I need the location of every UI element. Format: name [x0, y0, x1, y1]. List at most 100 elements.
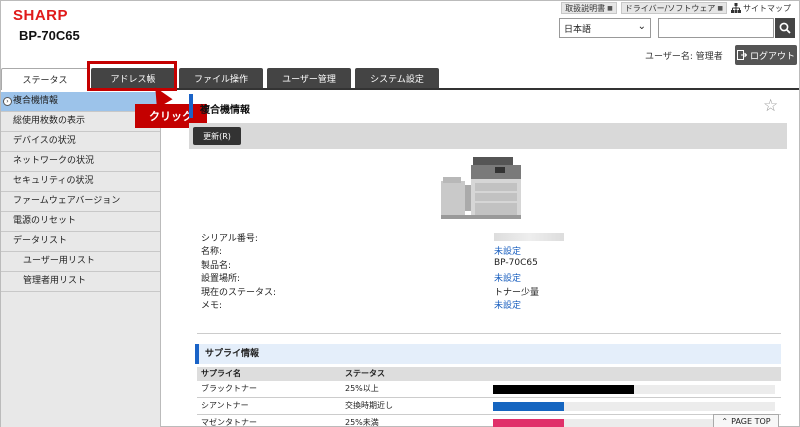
- info-key: 現在のステータス:: [201, 288, 277, 298]
- table-header: サプライ名 ステータス: [197, 367, 781, 381]
- info-row-name: 名称: 未設定: [201, 244, 521, 257]
- sidebar-item-label: 管理者用リスト: [23, 276, 87, 286]
- chevron-down-icon: ⌄: [637, 21, 646, 32]
- supply-status: 25%未満: [345, 418, 379, 427]
- username-label: ユーザー名: 管理者: [645, 52, 723, 62]
- external-link-icon: ■: [717, 4, 723, 12]
- tab-status-label: ステータス: [22, 76, 68, 86]
- supply-status: 交換時期近し: [345, 401, 393, 410]
- tab-system-settings-label: システム設定: [370, 74, 424, 85]
- tab-user-management[interactable]: ユーザー管理: [267, 68, 351, 88]
- info-value: トナー少量: [494, 288, 540, 298]
- sidebar-item-label: セキュリティの状況: [13, 176, 94, 186]
- level-fill: [493, 419, 564, 427]
- sitemap-label: サイトマップ: [743, 3, 791, 13]
- info-row-location: 設置場所: 未設定: [201, 271, 521, 284]
- tab-system-settings[interactable]: システム設定: [355, 68, 439, 88]
- sidebar-item-security-status[interactable]: セキュリティの状況: [1, 172, 160, 192]
- serial-redacted: [494, 233, 564, 241]
- model-name: BP-70C65: [19, 28, 80, 43]
- driver-link[interactable]: ドライバー/ソフトウェア ■: [620, 2, 727, 14]
- sidebar-item-firmware-version[interactable]: ファームウェアバージョン: [1, 192, 160, 212]
- name-link[interactable]: 未設定: [494, 244, 521, 257]
- level-cell: [489, 398, 781, 414]
- tab-file-operations[interactable]: ファイル操作: [179, 68, 263, 88]
- star-icon[interactable]: ☆: [763, 96, 778, 116]
- location-link[interactable]: 未設定: [494, 271, 521, 284]
- chevron-up-icon: ⌃: [721, 416, 729, 426]
- sidebar-item-device-status[interactable]: デバイスの状況: [1, 132, 160, 152]
- sitemap-icon: [731, 3, 741, 13]
- info-key: 設置場所:: [201, 274, 241, 284]
- sharp-logo: SHARP: [13, 7, 69, 24]
- level-bar: [493, 402, 775, 411]
- sidebar-item-label: 複合機情報: [13, 96, 59, 106]
- manual-link[interactable]: 取扱説明書 ■: [561, 2, 617, 14]
- supply-name: マゼンタトナー: [201, 418, 257, 427]
- refresh-bar: [189, 123, 787, 149]
- title-accent: [189, 94, 193, 118]
- sidebar-item-label: 電源のリセット: [13, 216, 77, 226]
- supply-heading: サプライ情報: [195, 344, 781, 364]
- top-links: 取扱説明書 ■ ドライバー/ソフトウェア ■ サイトマップ: [561, 2, 791, 14]
- info-row-status: 現在のステータス: トナー少量: [201, 285, 539, 298]
- sitemap-link[interactable]: サイトマップ: [731, 3, 791, 14]
- tab-user-management-label: ユーザー管理: [282, 74, 336, 85]
- search-icon: [779, 22, 791, 34]
- divider: [197, 333, 781, 334]
- logout-icon: [736, 50, 747, 60]
- printer-image: [441, 157, 521, 219]
- manual-link-label: 取扱説明書: [565, 3, 606, 13]
- table-row: シアントナー 交換時期近し: [197, 398, 781, 415]
- sidebar-item-admin-list[interactable]: 管理者用リスト: [1, 272, 160, 292]
- search-button[interactable]: [775, 18, 795, 38]
- sidebar-item-label: ユーザー用リスト: [23, 256, 95, 266]
- level-bar: [493, 385, 775, 394]
- supply-name: ブラックトナー: [201, 384, 257, 393]
- sidebar-item-power-reset[interactable]: 電源のリセット: [1, 212, 160, 232]
- memo-link[interactable]: 未設定: [494, 298, 521, 311]
- table-row: ブラックトナー 25%以上: [197, 381, 781, 398]
- refresh-button[interactable]: 更新(R): [193, 127, 241, 145]
- search-input[interactable]: [658, 18, 774, 38]
- info-row-memo: メモ: 未設定: [201, 298, 521, 311]
- tab-file-operations-label: ファイル操作: [193, 74, 248, 85]
- supply-table: サプライ名 ステータス ブラックトナー 25%以上 シアントナー 交換時期近し …: [197, 367, 781, 427]
- sidebar-item-user-list[interactable]: ユーザー用リスト: [1, 252, 160, 272]
- info-row-product: 製品名: BP-70C65: [201, 258, 538, 271]
- sidebar-item-label: ファームウェアバージョン: [13, 196, 121, 206]
- level-cell: [489, 381, 781, 397]
- info-row-serial: シリアル番号:: [201, 231, 564, 244]
- info-key: シリアル番号:: [201, 234, 258, 244]
- sidebar-item-data-list[interactable]: データリスト: [1, 232, 160, 252]
- info-value: BP-70C65: [494, 258, 538, 268]
- level-fill: [493, 385, 634, 394]
- page-top-label: PAGE TOP: [731, 416, 771, 426]
- page-title: 複合機情報: [200, 105, 250, 116]
- table-row: マゼンタトナー 25%未満: [197, 415, 781, 427]
- info-key: メモ:: [201, 301, 223, 311]
- supply-name: シアントナー: [201, 401, 249, 410]
- logout-label: ログアウト: [749, 51, 795, 62]
- driver-link-label: ドライバー/ソフトウェア: [624, 3, 716, 13]
- sidebar-item-label: データリスト: [13, 236, 68, 246]
- sidebar: › 複合機情報 総使用枚数の表示 デバイスの状況 ネットワークの状況 セキュリティ…: [1, 92, 161, 427]
- sidebar-item-label: ネットワークの状況: [13, 156, 95, 166]
- tab-status[interactable]: ステータス: [1, 68, 89, 90]
- sidebar-item-label: 総使用枚数の表示: [13, 116, 86, 126]
- level-fill: [493, 402, 564, 411]
- language-select[interactable]: 日本語 ⌄: [559, 18, 651, 38]
- external-link-icon: ■: [607, 4, 613, 12]
- logout-button[interactable]: ログアウト: [735, 45, 797, 65]
- column-header: ステータス: [345, 369, 385, 378]
- sidebar-item-network-status[interactable]: ネットワークの状況: [1, 152, 160, 172]
- column-header: [489, 367, 781, 381]
- chevron-right-icon: ›: [3, 97, 12, 106]
- supply-status: 25%以上: [345, 384, 379, 393]
- language-value: 日本語: [564, 25, 592, 35]
- column-header: サプライ名: [201, 369, 241, 378]
- info-key: 製品名:: [201, 261, 232, 271]
- page-top-button[interactable]: ⌃ PAGE TOP: [713, 414, 779, 427]
- sidebar-item-label: デバイスの状況: [13, 136, 76, 146]
- info-key: 名称:: [201, 247, 223, 257]
